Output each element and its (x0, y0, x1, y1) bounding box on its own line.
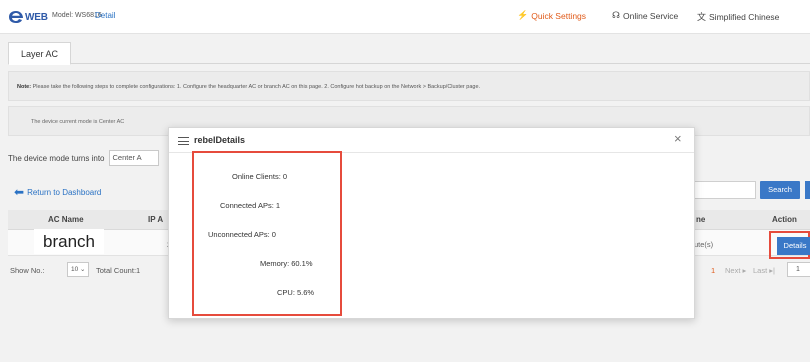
cell-ac-name: branch (34, 229, 104, 254)
tab-layer-ac[interactable]: Layer AC (8, 42, 72, 65)
lightning-icon: ⚡ (517, 10, 529, 20)
mode-info-text: The device current mode is Center AC (31, 119, 125, 125)
mode-label: The device mode turns into (8, 153, 105, 163)
page-size-select[interactable]: 10 ⌄ (67, 262, 89, 277)
online-service-label: Online Service (623, 10, 679, 21)
extra-button[interactable] (805, 181, 810, 199)
next-arrow-icon: ▸ (742, 266, 747, 275)
column-action: Action (772, 215, 797, 224)
stat-cpu: CPU: 5.6% (277, 288, 315, 297)
next-label: Next (725, 266, 741, 275)
search-button[interactable]: Search (760, 181, 800, 199)
mode-select[interactable]: Center A (108, 150, 159, 166)
detail-link[interactable]: Detail (95, 11, 115, 20)
logo-mark-icon (9, 11, 23, 23)
next-page-link[interactable]: Next ▸ (725, 266, 746, 275)
chevron-down-icon: ⌄ (78, 266, 86, 273)
modal-header: rebelDetails × (169, 128, 694, 153)
language-link[interactable]: 文 Simplified Chinese (697, 10, 779, 23)
column-routes: ne (696, 215, 706, 224)
last-page-icon: ▸| (769, 266, 775, 275)
show-label: Show No.: (10, 266, 45, 275)
page-1-link[interactable]: 1 (711, 266, 715, 275)
modal-title: rebelDetails (194, 135, 246, 145)
stat-memory: Memory: 60.1% (260, 259, 313, 268)
headset-icon: ☊ (612, 10, 620, 20)
details-highlight: Details (769, 231, 810, 259)
logo: WEB (8, 10, 48, 24)
back-arrow-icon: ⬅ (14, 185, 25, 199)
tab-bar: Layer AC (8, 42, 810, 65)
logo-text: WEB (25, 11, 48, 23)
stat-online-clients: Online Clients: 0 (232, 172, 288, 181)
quick-settings-link[interactable]: ⚡ Quick Settings (517, 10, 586, 21)
mode-row: The device mode turns into Center A (8, 150, 159, 166)
goto-page-input[interactable]: 1 (787, 262, 810, 277)
quick-settings-label: Quick Settings (531, 10, 587, 21)
note-prefix: Note: (17, 84, 32, 90)
menu-icon (178, 137, 189, 145)
column-ac-name: AC Name (48, 215, 84, 224)
online-service-link[interactable]: ☊ Online Service (612, 10, 678, 21)
details-button[interactable]: Details (777, 237, 810, 255)
last-page-link[interactable]: Last ▸| (753, 266, 775, 275)
language-icon: 文 (697, 12, 707, 22)
return-to-dashboard-link[interactable]: ⬅ Return to Dashboard (14, 185, 101, 199)
cell-routes: ute(s) (694, 240, 714, 249)
last-label: Last (753, 266, 768, 275)
return-label: Return to Dashboard (27, 187, 102, 197)
top-bar: WEB Model: WS6816 Detail ⚡ Quick Setting… (0, 0, 810, 34)
language-label: Simplified Chinese (709, 11, 780, 22)
note-text: Please take the following steps to compl… (32, 84, 481, 90)
note-box: Note: Please take the following steps to… (8, 71, 810, 101)
stat-unconnected-aps: Unconnected APs: 0 (208, 230, 276, 239)
total-count: Total Count:1 (96, 266, 141, 275)
stat-connected-aps: Connected APs: 1 (220, 201, 281, 210)
column-ip: IP A (148, 215, 164, 224)
search-input[interactable] (690, 181, 756, 199)
close-icon[interactable]: × (674, 132, 682, 145)
